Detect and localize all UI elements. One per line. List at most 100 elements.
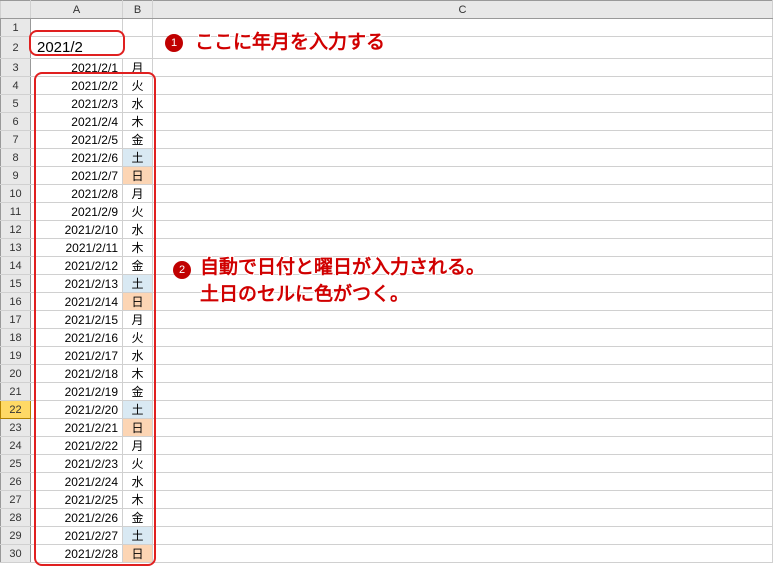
dow-cell[interactable]: 土: [123, 275, 153, 293]
date-cell[interactable]: 2021/2/11: [31, 239, 123, 257]
row-header[interactable]: 29: [1, 527, 31, 545]
date-cell[interactable]: 2021/2/17: [31, 347, 123, 365]
dow-cell[interactable]: 土: [123, 527, 153, 545]
dow-cell[interactable]: 日: [123, 545, 153, 563]
cell[interactable]: [153, 383, 773, 401]
dow-cell[interactable]: 日: [123, 293, 153, 311]
dow-cell[interactable]: 月: [123, 59, 153, 77]
dow-cell[interactable]: 日: [123, 419, 153, 437]
date-cell[interactable]: 2021/2/14: [31, 293, 123, 311]
cell[interactable]: [153, 311, 773, 329]
date-cell[interactable]: 2021/2/5: [31, 131, 123, 149]
row-header[interactable]: 17: [1, 311, 31, 329]
dow-cell[interactable]: 火: [123, 329, 153, 347]
cell[interactable]: [153, 347, 773, 365]
row-header[interactable]: 15: [1, 275, 31, 293]
cell[interactable]: [153, 185, 773, 203]
date-cell[interactable]: 2021/2/13: [31, 275, 123, 293]
row-header[interactable]: 18: [1, 329, 31, 347]
date-cell[interactable]: 2021/2/27: [31, 527, 123, 545]
date-cell[interactable]: 2021/2/28: [31, 545, 123, 563]
dow-cell[interactable]: 木: [123, 365, 153, 383]
input-year-month-cell[interactable]: 2021/2: [31, 37, 153, 59]
cell[interactable]: [153, 491, 773, 509]
cell[interactable]: [153, 131, 773, 149]
spreadsheet-grid[interactable]: A B C 122021/232021/2/1月42021/2/2火52021/…: [0, 0, 773, 563]
row-header[interactable]: 5: [1, 95, 31, 113]
row-header[interactable]: 4: [1, 77, 31, 95]
cell[interactable]: [153, 509, 773, 527]
row-header[interactable]: 2: [1, 37, 31, 59]
row-header[interactable]: 23: [1, 419, 31, 437]
row-header[interactable]: 28: [1, 509, 31, 527]
date-cell[interactable]: 2021/2/15: [31, 311, 123, 329]
dow-cell[interactable]: 日: [123, 167, 153, 185]
row-header[interactable]: 22: [1, 401, 31, 419]
dow-cell[interactable]: [123, 19, 153, 37]
dow-cell[interactable]: 月: [123, 311, 153, 329]
row-header[interactable]: 7: [1, 131, 31, 149]
cell[interactable]: [153, 401, 773, 419]
row-header[interactable]: 9: [1, 167, 31, 185]
cell[interactable]: [153, 95, 773, 113]
cell[interactable]: [153, 473, 773, 491]
col-header-b[interactable]: B: [123, 1, 153, 19]
corner-cell[interactable]: [1, 1, 31, 19]
date-cell[interactable]: 2021/2/23: [31, 455, 123, 473]
cell[interactable]: [153, 221, 773, 239]
date-cell[interactable]: 2021/2/4: [31, 113, 123, 131]
date-cell[interactable]: 2021/2/1: [31, 59, 123, 77]
row-header[interactable]: 25: [1, 455, 31, 473]
dow-cell[interactable]: 木: [123, 491, 153, 509]
dow-cell[interactable]: 月: [123, 437, 153, 455]
cell[interactable]: [153, 455, 773, 473]
cell[interactable]: [153, 167, 773, 185]
date-cell[interactable]: 2021/2/20: [31, 401, 123, 419]
row-header[interactable]: 1: [1, 19, 31, 37]
cell[interactable]: [153, 365, 773, 383]
date-cell[interactable]: 2021/2/12: [31, 257, 123, 275]
dow-cell[interactable]: 土: [123, 401, 153, 419]
row-header[interactable]: 10: [1, 185, 31, 203]
row-header[interactable]: 12: [1, 221, 31, 239]
date-cell[interactable]: 2021/2/3: [31, 95, 123, 113]
date-cell[interactable]: 2021/2/6: [31, 149, 123, 167]
row-header[interactable]: 3: [1, 59, 31, 77]
cell[interactable]: [153, 419, 773, 437]
row-header[interactable]: 20: [1, 365, 31, 383]
date-cell[interactable]: [31, 19, 123, 37]
cell[interactable]: [153, 239, 773, 257]
date-cell[interactable]: 2021/2/8: [31, 185, 123, 203]
cell[interactable]: [153, 329, 773, 347]
cell[interactable]: [153, 149, 773, 167]
row-header[interactable]: 6: [1, 113, 31, 131]
row-header[interactable]: 16: [1, 293, 31, 311]
row-header[interactable]: 24: [1, 437, 31, 455]
dow-cell[interactable]: 木: [123, 113, 153, 131]
cell[interactable]: [153, 545, 773, 563]
cell[interactable]: [153, 77, 773, 95]
cell[interactable]: [153, 37, 773, 59]
dow-cell[interactable]: 水: [123, 221, 153, 239]
cell[interactable]: [153, 275, 773, 293]
dow-cell[interactable]: 火: [123, 77, 153, 95]
row-header[interactable]: 27: [1, 491, 31, 509]
cell[interactable]: [153, 59, 773, 77]
row-header[interactable]: 8: [1, 149, 31, 167]
dow-cell[interactable]: 水: [123, 473, 153, 491]
dow-cell[interactable]: 金: [123, 383, 153, 401]
row-header[interactable]: 21: [1, 383, 31, 401]
row-header[interactable]: 19: [1, 347, 31, 365]
date-cell[interactable]: 2021/2/21: [31, 419, 123, 437]
date-cell[interactable]: 2021/2/7: [31, 167, 123, 185]
dow-cell[interactable]: 金: [123, 131, 153, 149]
date-cell[interactable]: 2021/2/10: [31, 221, 123, 239]
dow-cell[interactable]: 金: [123, 509, 153, 527]
cell[interactable]: [153, 113, 773, 131]
date-cell[interactable]: 2021/2/9: [31, 203, 123, 221]
cell[interactable]: [153, 437, 773, 455]
cell[interactable]: [153, 19, 773, 37]
date-cell[interactable]: 2021/2/22: [31, 437, 123, 455]
dow-cell[interactable]: 水: [123, 347, 153, 365]
cell[interactable]: [153, 527, 773, 545]
